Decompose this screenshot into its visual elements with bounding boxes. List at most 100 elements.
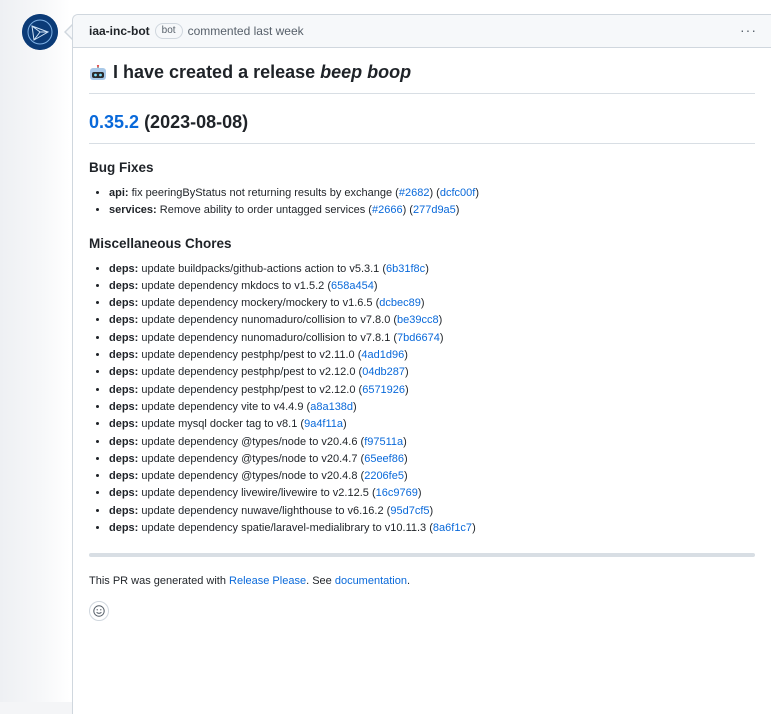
version-heading: 0.35.2 (2023-08-08) [89, 112, 755, 144]
item-text: Remove ability to order untagged service… [159, 204, 366, 217]
commit-link[interactable]: 4ad1d96 [361, 349, 404, 361]
list-item: api: fix peeringByStatus not returning r… [109, 185, 755, 202]
list-item: deps: update dependency pestphp/pest to … [109, 382, 755, 399]
release-please-link[interactable]: Release Please [229, 575, 306, 587]
kebab-menu-icon[interactable]: ··· [740, 22, 757, 38]
list-item: deps: update dependency nunomaduro/colli… [109, 330, 755, 347]
list-item: deps: update dependency @types/node to v… [109, 451, 755, 468]
item-text: update mysql docker tag to v8.1 [141, 418, 298, 431]
footer-text: This PR was generated with Release Pleas… [89, 575, 755, 587]
pr-link[interactable]: #2682 [399, 187, 430, 199]
version-date: (2023-08-08) [144, 112, 249, 132]
list-item: deps: update dependency @types/node to v… [109, 434, 755, 451]
list-item: deps: update dependency mkdocs to v1.5.2… [109, 278, 755, 295]
footer-suffix: . [407, 575, 411, 588]
footer-mid: . See [306, 575, 332, 588]
documentation-link[interactable]: documentation [335, 575, 407, 587]
commit-link[interactable]: 7bd6674 [397, 332, 440, 344]
item-text: update dependency nunomaduro/collision t… [141, 331, 391, 344]
comment-timestamp[interactable]: commented last week [188, 24, 304, 38]
release-title: I have created a release beep boop [89, 62, 755, 94]
pr-link[interactable]: #2666 [372, 204, 403, 216]
version-link[interactable]: 0.35.2 [89, 112, 139, 132]
item-text: update dependency mockery/mockery to v1.… [141, 297, 373, 310]
smiley-icon [93, 605, 105, 618]
scope-label: deps: [109, 297, 139, 310]
footer-prefix: This PR was generated with [89, 575, 226, 588]
scope-label: api: [109, 187, 129, 199]
scope-label: deps: [109, 504, 139, 517]
list-item: deps: update dependency livewire/livewir… [109, 485, 755, 502]
changelog-list: deps: update buildpacks/github-actions a… [89, 261, 755, 538]
item-text: update dependency mkdocs to v1.5.2 [141, 279, 325, 292]
comment-body: I have created a release beep boop 0.35.… [73, 48, 771, 622]
comment-box: iaa-inc-bot bot commented last week ··· … [72, 14, 771, 714]
title-emphasis: beep boop [320, 62, 412, 82]
item-text: update dependency pestphp/pest to v2.12.… [141, 383, 356, 396]
list-item: deps: update dependency @types/node to v… [109, 468, 755, 485]
bot-badge: bot [154, 23, 183, 39]
commit-link[interactable]: 277d9a5 [413, 204, 456, 216]
commit-link[interactable]: 95d7cf5 [390, 505, 429, 517]
commit-link[interactable]: 16c9769 [376, 487, 418, 499]
commit-link[interactable]: 9a4f11a [304, 418, 343, 430]
commit-link[interactable]: 6571926 [362, 384, 405, 396]
avatar[interactable] [22, 14, 58, 50]
add-reaction-button[interactable] [89, 601, 109, 622]
list-item: deps: update buildpacks/github-actions a… [109, 261, 755, 278]
item-text: update dependency nunomaduro/collision t… [141, 314, 391, 327]
list-item: deps: update dependency spatie/laravel-m… [109, 520, 755, 537]
commit-link[interactable]: dcbec89 [379, 297, 421, 309]
commit-link[interactable]: 04db287 [362, 366, 405, 378]
commit-link[interactable]: 65eef86 [364, 453, 404, 465]
scope-label: deps: [109, 383, 139, 396]
scope-label: deps: [109, 279, 139, 292]
item-text: update dependency @types/node to v20.4.6 [141, 435, 358, 448]
commit-link[interactable]: 658a454 [331, 280, 374, 292]
list-item: deps: update dependency pestphp/pest to … [109, 364, 755, 381]
commit-link[interactable]: dcfc00f [440, 187, 475, 199]
commit-link[interactable]: f97511a [364, 436, 403, 448]
section-heading: Bug Fixes [89, 160, 154, 175]
item-text: update buildpacks/github-actions action … [141, 262, 380, 275]
scope-label: deps: [109, 314, 139, 327]
list-item: deps: update dependency nunomaduro/colli… [109, 312, 755, 329]
comment-header: iaa-inc-bot bot commented last week ··· [73, 15, 771, 48]
item-text: update dependency nuwave/lighthouse to v… [141, 504, 384, 517]
item-text: fix peeringByStatus not returning result… [131, 187, 393, 199]
commit-link[interactable]: 2206fe5 [364, 470, 404, 482]
changelog-sections: Bug Fixes api: fix peeringByStatus not re… [89, 160, 755, 537]
scope-label: deps: [109, 331, 139, 344]
scope-label: deps: [109, 400, 139, 413]
list-item: deps: update dependency vite to v4.4.9 (… [109, 399, 755, 416]
scope-label: deps: [109, 349, 139, 362]
commit-link[interactable]: be39cc8 [397, 314, 439, 326]
scope-label: deps: [109, 435, 139, 448]
item-text: update dependency @types/node to v20.4.7 [141, 452, 358, 465]
title-text: I have created a release [113, 62, 316, 82]
item-text: update dependency vite to v4.4.9 [141, 400, 304, 413]
item-text: update dependency spatie/laravel-mediali… [141, 522, 427, 535]
scope-label: services: [109, 204, 157, 217]
item-text: update dependency livewire/livewire to v… [141, 487, 369, 500]
list-item: deps: update dependency mockery/mockery … [109, 295, 755, 312]
commit-link[interactable]: 8a6f1c7 [433, 522, 472, 534]
scope-label: deps: [109, 487, 139, 500]
scope-label: deps: [109, 470, 139, 483]
item-text: update dependency @types/node to v20.4.8 [141, 470, 358, 483]
scope-label: deps: [109, 262, 139, 275]
item-text: update dependency pestphp/pest to v2.11.… [141, 349, 355, 362]
section-heading: Miscellaneous Chores [89, 235, 232, 251]
commit-link[interactable]: 6b31f8c [386, 263, 425, 275]
commit-link[interactable]: a8a138d [310, 401, 353, 413]
list-item: services: Remove ability to order untagg… [109, 202, 755, 219]
robot-icon [90, 64, 106, 80]
author-link[interactable]: iaa-inc-bot [89, 24, 150, 38]
list-item: deps: update mysql docker tag to v8.1 (9… [109, 416, 755, 433]
scope-label: deps: [109, 418, 139, 431]
scope-label: deps: [109, 452, 139, 465]
organization-logo-icon [22, 14, 58, 50]
item-text: update dependency pestphp/pest to v2.12.… [141, 366, 356, 379]
scope-label: deps: [109, 522, 139, 535]
list-item: deps: update dependency pestphp/pest to … [109, 347, 755, 364]
